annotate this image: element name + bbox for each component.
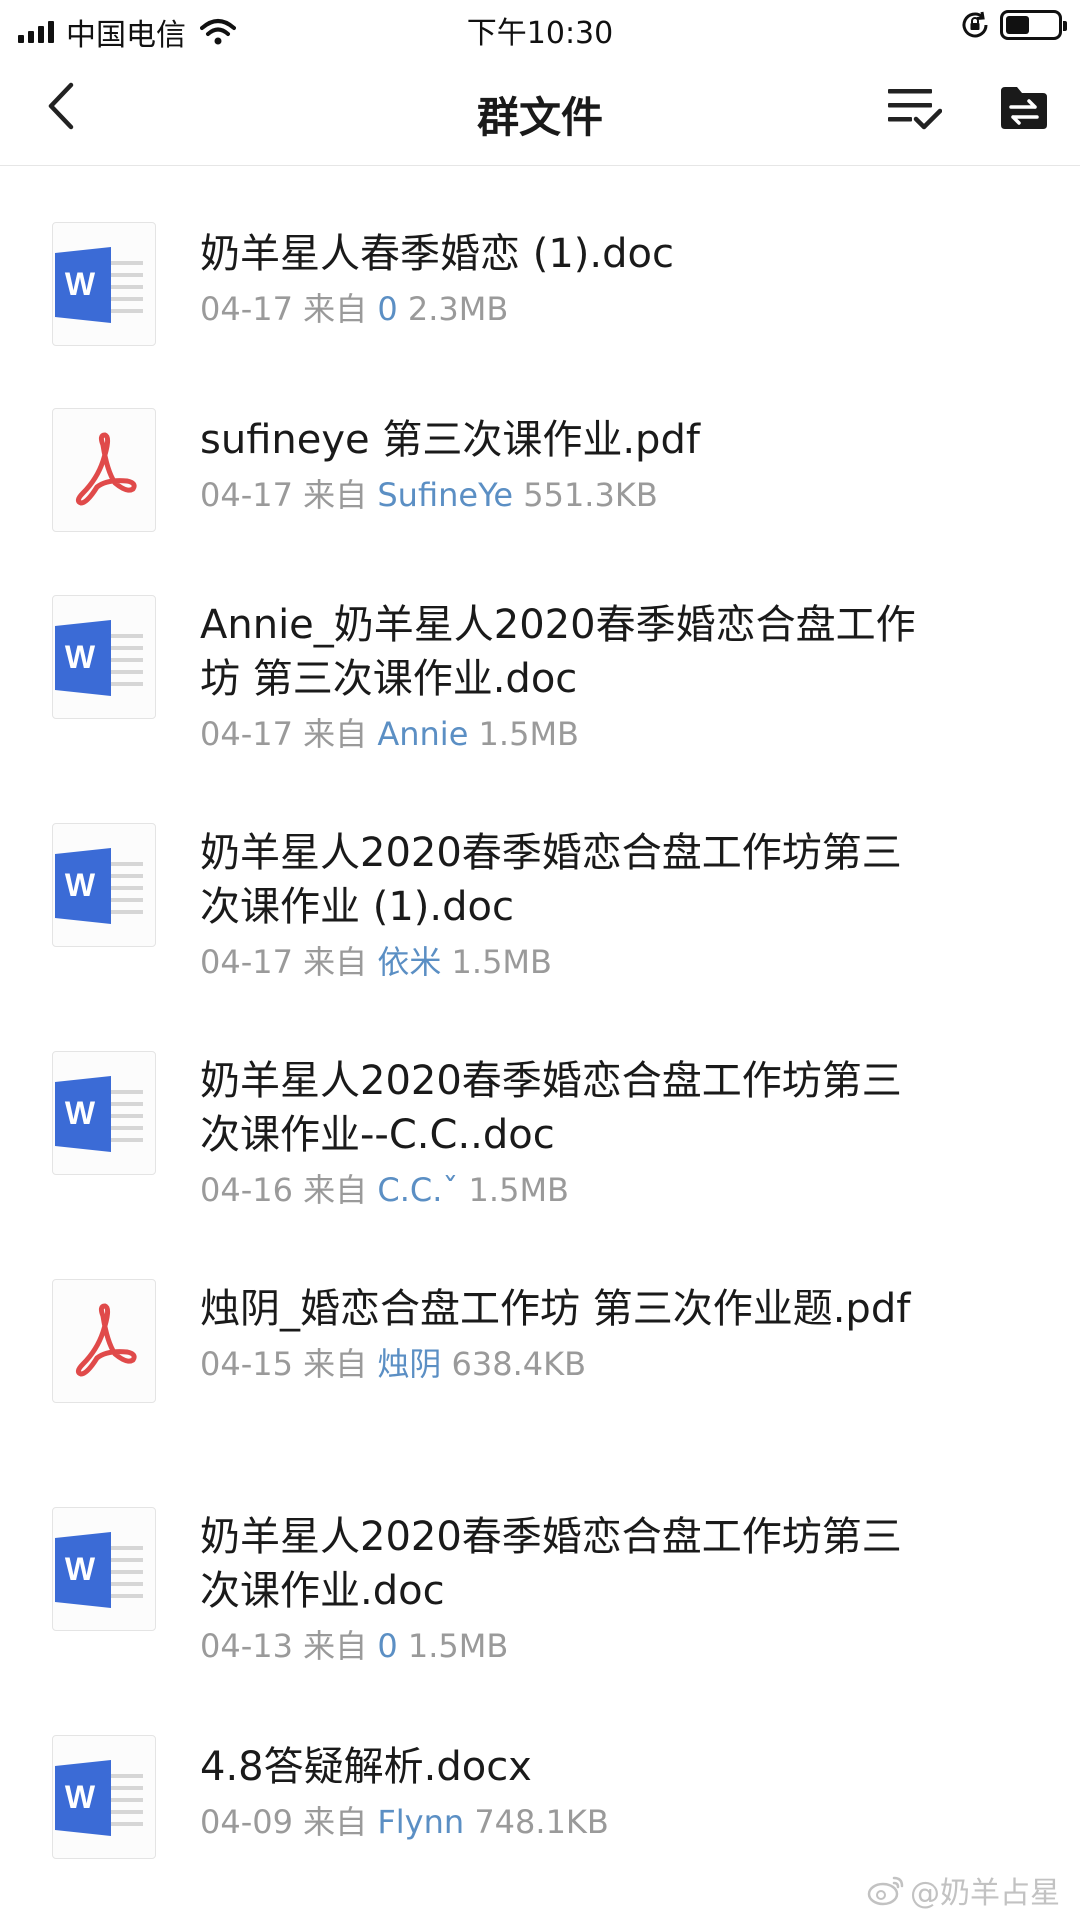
word-file-icon: W	[52, 1735, 156, 1859]
file-name: 奶羊星人2020春季婚恋合盘工作坊第三次课作业 (1).doc	[200, 830, 902, 930]
file-name: sufineye 第三次课作业.pdf	[200, 417, 700, 463]
file-size: 1.5MB	[451, 943, 552, 981]
sender-link[interactable]: 0	[377, 290, 397, 328]
file-name: 烛阴_婚恋合盘工作坊 第三次作业题.pdf	[200, 1286, 911, 1332]
file-size: 638.4KB	[451, 1345, 587, 1383]
status-time: 下午10:30	[466, 16, 614, 51]
file-meta: 04-17 来自 0 2.3MB	[200, 287, 940, 331]
sender-link[interactable]: SufineYe	[377, 476, 513, 514]
pdf-file-icon	[52, 1279, 156, 1403]
sender-link[interactable]: Flynn	[377, 1803, 464, 1841]
from-label: 来自	[303, 290, 368, 328]
sender-link[interactable]: C.C.ˇ	[377, 1171, 458, 1209]
file-size: 551.3KB	[523, 476, 658, 514]
file-date: 04-17	[200, 476, 293, 514]
multi-select-button[interactable]	[884, 78, 944, 138]
from-label: 来自	[303, 1171, 368, 1209]
file-size: 1.5MB	[478, 715, 579, 753]
file-date: 04-15	[200, 1345, 293, 1383]
from-label: 来自	[303, 943, 368, 981]
file-size: 2.3MB	[407, 290, 509, 328]
word-file-icon: W	[52, 823, 156, 947]
file-meta: 04-16 来自 C.C.ˇ 1.5MB	[200, 1168, 940, 1212]
file-meta: 04-13 来自 0 1.5MB	[200, 1624, 940, 1668]
from-label: 来自	[303, 1803, 368, 1841]
from-label: 来自	[303, 1627, 368, 1665]
pdf-file-icon	[52, 408, 156, 532]
navigation-bar: 群文件	[0, 52, 1080, 166]
file-name: 奶羊星人春季婚恋 (1).doc	[200, 231, 674, 277]
file-size: 1.5MB	[468, 1171, 569, 1209]
file-meta: 04-09 来自 Flynn 748.1KB	[200, 1800, 940, 1844]
file-item[interactable]: W 4.8答疑解析.docx 04-09 来自 Flynn 748.1KB	[0, 1680, 1080, 1880]
file-item[interactable]: W 奶羊星人春季婚恋 (1).doc 04-17 来自 0 2.3MB	[0, 167, 1080, 353]
weibo-icon	[867, 1876, 904, 1906]
file-date: 04-13	[200, 1627, 293, 1665]
file-item[interactable]: W Annie_奶羊星人2020春季婚恋合盘工作坊 第三次课作业.doc 04-…	[0, 540, 1080, 768]
file-item[interactable]: W 奶羊星人2020春季婚恋合盘工作坊第三次课作业 (1).doc 04-17 …	[0, 768, 1080, 996]
file-name: 奶羊星人2020春季婚恋合盘工作坊第三次课作业.doc	[200, 1514, 902, 1614]
file-list: W 奶羊星人春季婚恋 (1).doc 04-17 来自 0 2.3MB sufi…	[0, 167, 1080, 1880]
sender-link[interactable]: Annie	[377, 715, 468, 753]
file-name: 奶羊星人2020春季婚恋合盘工作坊第三次课作业--C.C..doc	[200, 1058, 902, 1158]
svg-text:W: W	[65, 867, 96, 903]
file-item[interactable]: 烛阴_婚恋合盘工作坊 第三次作业题.pdf 04-15 来自 烛阴 638.4K…	[0, 1224, 1080, 1452]
watermark-text: @奶羊占星	[910, 1876, 1060, 1911]
svg-text:W: W	[65, 1095, 96, 1131]
file-item[interactable]: W 奶羊星人2020春季婚恋合盘工作坊第三次课作业.doc 04-13 来自 0…	[0, 1452, 1080, 1680]
file-name: 4.8答疑解析.docx	[200, 1744, 532, 1790]
watermark: @奶羊占星	[866, 1868, 1060, 1912]
file-date: 04-16	[200, 1171, 293, 1209]
folder-transfer-icon	[1001, 87, 1047, 129]
rotation-lock-icon	[962, 11, 988, 38]
word-file-icon: W	[52, 1507, 156, 1631]
file-size: 1.5MB	[407, 1627, 509, 1665]
battery-level	[1006, 16, 1029, 34]
svg-text:W: W	[65, 1779, 96, 1815]
file-item[interactable]: sufineye 第三次课作业.pdf 04-17 来自 SufineYe 55…	[0, 353, 1080, 540]
file-meta: 04-17 来自 依米 1.5MB	[200, 940, 940, 984]
svg-text:W: W	[65, 1551, 96, 1587]
file-name: Annie_奶羊星人2020春季婚恋合盘工作坊 第三次课作业.doc	[200, 602, 916, 702]
status-right	[960, 10, 1067, 40]
battery-icon	[1000, 10, 1067, 40]
from-label: 来自	[303, 715, 368, 753]
file-meta: 04-17 来自 SufineYe 551.3KB	[200, 473, 940, 517]
file-date: 04-17	[200, 290, 293, 328]
word-file-icon: W	[52, 1051, 156, 1175]
svg-text:W: W	[65, 266, 96, 302]
file-date: 04-17	[200, 943, 293, 981]
word-file-icon: W	[52, 222, 156, 346]
sender-link[interactable]: 依米	[377, 943, 441, 981]
file-meta: 04-15 来自 烛阴 638.4KB	[200, 1342, 940, 1386]
file-date: 04-17	[200, 715, 293, 753]
status-bar: 中国电信 下午10:30	[0, 0, 1080, 53]
file-meta: 04-17 来自 Annie 1.5MB	[200, 712, 940, 756]
file-item[interactable]: W 奶羊星人2020春季婚恋合盘工作坊第三次课作业--C.C..doc 04-1…	[0, 996, 1080, 1224]
transfer-files-button[interactable]	[994, 78, 1054, 138]
list-check-icon	[888, 89, 942, 130]
file-size: 748.1KB	[474, 1803, 609, 1841]
from-label: 来自	[303, 476, 368, 514]
sender-link[interactable]: 烛阴	[377, 1345, 441, 1383]
sender-link[interactable]: 0	[377, 1627, 397, 1665]
file-date: 04-09	[200, 1803, 293, 1841]
svg-text:W: W	[65, 639, 96, 675]
from-label: 来自	[303, 1345, 368, 1383]
word-file-icon: W	[52, 595, 156, 719]
